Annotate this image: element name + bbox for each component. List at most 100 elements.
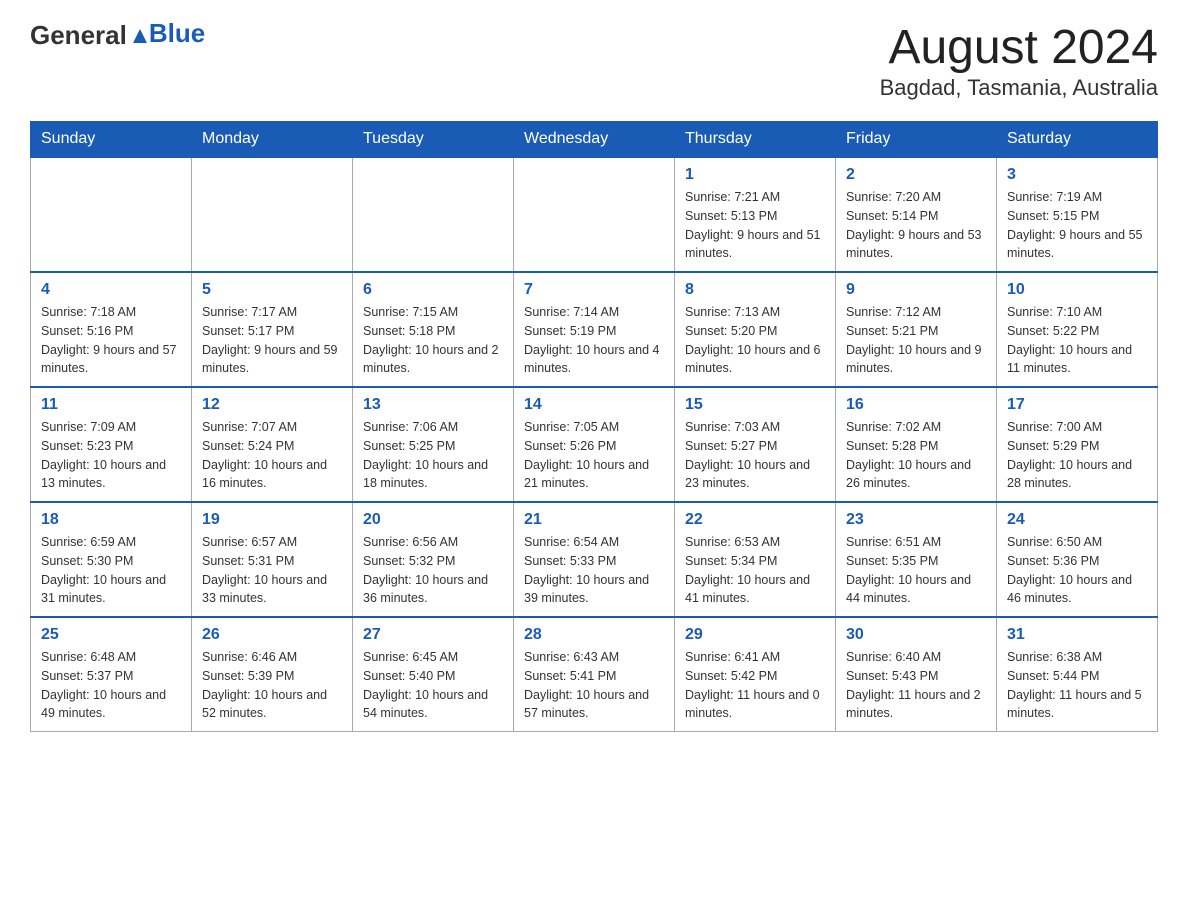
day-info: Sunrise: 6:56 AM Sunset: 5:32 PM Dayligh… <box>363 533 503 608</box>
day-cell: 19 Sunrise: 6:57 AM Sunset: 5:31 PM Dayli… <box>192 502 353 617</box>
day-number: 31 <box>1007 626 1147 644</box>
day-info: Sunrise: 6:41 AM Sunset: 5:42 PM Dayligh… <box>685 648 825 723</box>
week-row-1: 1 Sunrise: 7:21 AM Sunset: 5:13 PM Daylig… <box>31 157 1158 272</box>
day-cell: 27 Sunrise: 6:45 AM Sunset: 5:40 PM Dayli… <box>353 617 514 732</box>
day-cell: 17Sunrise: 7:00 AM Sunset: 5:29 PM Dayli… <box>997 387 1158 502</box>
col-header-wednesday: Wednesday <box>514 122 675 158</box>
day-info: Sunrise: 6:54 AM Sunset: 5:33 PM Dayligh… <box>524 533 664 608</box>
day-cell: 21Sunrise: 6:54 AM Sunset: 5:33 PM Dayli… <box>514 502 675 617</box>
day-info: Sunrise: 6:45 AM Sunset: 5:40 PM Dayligh… <box>363 648 503 723</box>
day-info: Sunrise: 6:43 AM Sunset: 5:41 PM Dayligh… <box>524 648 664 723</box>
day-number: 8 <box>685 281 825 299</box>
day-number: 26 <box>202 626 342 644</box>
day-number: 16 <box>846 396 986 414</box>
logo-general: General <box>30 20 127 51</box>
day-info: Sunrise: 7:09 AM Sunset: 5:23 PM Dayligh… <box>41 418 181 493</box>
day-cell: 18 Sunrise: 6:59 AM Sunset: 5:30 PM Dayli… <box>31 502 192 617</box>
day-number: 27 <box>363 626 503 644</box>
day-cell: 14 Sunrise: 7:05 AM Sunset: 5:26 PM Dayli… <box>514 387 675 502</box>
day-cell <box>192 157 353 272</box>
day-number: 12 <box>202 396 342 414</box>
day-info: Sunrise: 7:05 AM Sunset: 5:26 PM Dayligh… <box>524 418 664 493</box>
day-info: Sunrise: 7:10 AM Sunset: 5:22 PM Dayligh… <box>1007 303 1147 378</box>
day-number: 28 <box>524 626 664 644</box>
day-cell: 28 Sunrise: 6:43 AM Sunset: 5:41 PM Dayli… <box>514 617 675 732</box>
day-number: 20 <box>363 511 503 529</box>
header-row: SundayMondayTuesdayWednesdayThursdayFrid… <box>31 122 1158 158</box>
header: General Blue August 2024 Bagdad, Tasmani… <box>30 20 1158 101</box>
col-header-monday: Monday <box>192 122 353 158</box>
col-header-friday: Friday <box>836 122 997 158</box>
day-cell: 5 Sunrise: 7:17 AM Sunset: 5:17 PM Daylig… <box>192 272 353 387</box>
day-info: Sunrise: 6:50 AM Sunset: 5:36 PM Dayligh… <box>1007 533 1147 608</box>
day-info: Sunrise: 7:13 AM Sunset: 5:20 PM Dayligh… <box>685 303 825 378</box>
day-cell: 22 Sunrise: 6:53 AM Sunset: 5:34 PM Dayli… <box>675 502 836 617</box>
month-title: August 2024 <box>880 20 1158 75</box>
day-cell: 7Sunrise: 7:14 AM Sunset: 5:19 PM Daylig… <box>514 272 675 387</box>
day-number: 18 <box>41 511 181 529</box>
day-number: 5 <box>202 281 342 299</box>
day-info: Sunrise: 7:18 AM Sunset: 5:16 PM Dayligh… <box>41 303 181 378</box>
day-cell: 1 Sunrise: 7:21 AM Sunset: 5:13 PM Daylig… <box>675 157 836 272</box>
week-row-2: 4 Sunrise: 7:18 AM Sunset: 5:16 PM Daylig… <box>31 272 1158 387</box>
day-number: 25 <box>41 626 181 644</box>
day-info: Sunrise: 7:17 AM Sunset: 5:17 PM Dayligh… <box>202 303 342 378</box>
day-cell: 9Sunrise: 7:12 AM Sunset: 5:21 PM Daylig… <box>836 272 997 387</box>
day-number: 11 <box>41 396 181 414</box>
day-cell <box>514 157 675 272</box>
day-info: Sunrise: 6:51 AM Sunset: 5:35 PM Dayligh… <box>846 533 986 608</box>
day-number: 6 <box>363 281 503 299</box>
day-info: Sunrise: 7:21 AM Sunset: 5:13 PM Dayligh… <box>685 188 825 263</box>
logo-triangle-icon <box>129 25 151 47</box>
day-info: Sunrise: 7:20 AM Sunset: 5:14 PM Dayligh… <box>846 188 986 263</box>
day-number: 3 <box>1007 166 1147 184</box>
location-title: Bagdad, Tasmania, Australia <box>880 75 1158 101</box>
calendar-table: SundayMondayTuesdayWednesdayThursdayFrid… <box>30 121 1158 732</box>
day-number: 14 <box>524 396 664 414</box>
day-info: Sunrise: 7:15 AM Sunset: 5:18 PM Dayligh… <box>363 303 503 378</box>
day-number: 13 <box>363 396 503 414</box>
day-number: 24 <box>1007 511 1147 529</box>
day-number: 19 <box>202 511 342 529</box>
day-cell: 24 Sunrise: 6:50 AM Sunset: 5:36 PM Dayli… <box>997 502 1158 617</box>
day-number: 29 <box>685 626 825 644</box>
day-cell <box>353 157 514 272</box>
day-info: Sunrise: 6:59 AM Sunset: 5:30 PM Dayligh… <box>41 533 181 608</box>
day-info: Sunrise: 7:12 AM Sunset: 5:21 PM Dayligh… <box>846 303 986 378</box>
day-number: 4 <box>41 281 181 299</box>
day-info: Sunrise: 7:14 AM Sunset: 5:19 PM Dayligh… <box>524 303 664 378</box>
day-cell: 2 Sunrise: 7:20 AM Sunset: 5:14 PM Daylig… <box>836 157 997 272</box>
day-number: 1 <box>685 166 825 184</box>
day-number: 30 <box>846 626 986 644</box>
day-number: 23 <box>846 511 986 529</box>
col-header-sunday: Sunday <box>31 122 192 158</box>
day-number: 22 <box>685 511 825 529</box>
day-cell: 20 Sunrise: 6:56 AM Sunset: 5:32 PM Dayli… <box>353 502 514 617</box>
day-number: 2 <box>846 166 986 184</box>
day-info: Sunrise: 7:02 AM Sunset: 5:28 PM Dayligh… <box>846 418 986 493</box>
logo: General Blue <box>30 20 205 51</box>
day-info: Sunrise: 6:53 AM Sunset: 5:34 PM Dayligh… <box>685 533 825 608</box>
day-cell: 15Sunrise: 7:03 AM Sunset: 5:27 PM Dayli… <box>675 387 836 502</box>
week-row-5: 25 Sunrise: 6:48 AM Sunset: 5:37 PM Dayli… <box>31 617 1158 732</box>
day-cell: 25 Sunrise: 6:48 AM Sunset: 5:37 PM Dayli… <box>31 617 192 732</box>
day-info: Sunrise: 7:07 AM Sunset: 5:24 PM Dayligh… <box>202 418 342 493</box>
day-cell: 6 Sunrise: 7:15 AM Sunset: 5:18 PM Daylig… <box>353 272 514 387</box>
logo-blue: Blue <box>149 18 205 49</box>
col-header-tuesday: Tuesday <box>353 122 514 158</box>
week-row-3: 11 Sunrise: 7:09 AM Sunset: 5:23 PM Dayli… <box>31 387 1158 502</box>
day-cell: 29 Sunrise: 6:41 AM Sunset: 5:42 PM Dayli… <box>675 617 836 732</box>
day-info: Sunrise: 7:19 AM Sunset: 5:15 PM Dayligh… <box>1007 188 1147 263</box>
day-info: Sunrise: 6:57 AM Sunset: 5:31 PM Dayligh… <box>202 533 342 608</box>
day-cell: 10 Sunrise: 7:10 AM Sunset: 5:22 PM Dayli… <box>997 272 1158 387</box>
day-number: 10 <box>1007 281 1147 299</box>
title-area: August 2024 Bagdad, Tasmania, Australia <box>880 20 1158 101</box>
day-info: Sunrise: 6:46 AM Sunset: 5:39 PM Dayligh… <box>202 648 342 723</box>
day-cell: 12 Sunrise: 7:07 AM Sunset: 5:24 PM Dayli… <box>192 387 353 502</box>
day-info: Sunrise: 7:03 AM Sunset: 5:27 PM Dayligh… <box>685 418 825 493</box>
day-cell: 30Sunrise: 6:40 AM Sunset: 5:43 PM Dayli… <box>836 617 997 732</box>
week-row-4: 18 Sunrise: 6:59 AM Sunset: 5:30 PM Dayli… <box>31 502 1158 617</box>
day-cell: 3 Sunrise: 7:19 AM Sunset: 5:15 PM Daylig… <box>997 157 1158 272</box>
day-cell: 26 Sunrise: 6:46 AM Sunset: 5:39 PM Dayli… <box>192 617 353 732</box>
day-info: Sunrise: 6:48 AM Sunset: 5:37 PM Dayligh… <box>41 648 181 723</box>
